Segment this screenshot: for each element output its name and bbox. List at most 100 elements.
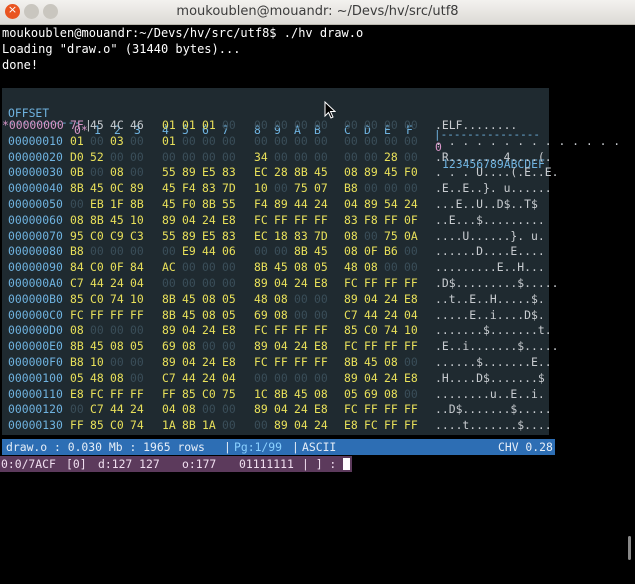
- byte-cell[interactable]: 24: [130, 402, 148, 418]
- byte-cell[interactable]: 24: [294, 402, 312, 418]
- byte-cell[interactable]: 04: [222, 371, 240, 387]
- byte-cell[interactable]: 8B: [294, 244, 312, 260]
- byte-cell[interactable]: E5: [202, 165, 220, 181]
- byte-cell[interactable]: 89: [254, 339, 272, 355]
- byte-cell[interactable]: 89: [344, 292, 362, 308]
- terminal-scrollbar[interactable]: [628, 536, 631, 560]
- byte-cell[interactable]: B8: [344, 181, 362, 197]
- byte-cell[interactable]: 55: [162, 229, 180, 245]
- byte-cell[interactable]: 85: [90, 418, 108, 434]
- byte-cell[interactable]: FF: [130, 308, 148, 324]
- byte-cell[interactable]: 00: [202, 339, 220, 355]
- byte-cell[interactable]: 48: [344, 260, 362, 276]
- byte-cell[interactable]: 05: [222, 292, 240, 308]
- byte-cell[interactable]: 05: [344, 387, 362, 403]
- byte-cell[interactable]: FF: [110, 387, 128, 403]
- byte-cell[interactable]: 8B: [182, 418, 200, 434]
- byte-cell[interactable]: 0F: [404, 213, 422, 229]
- byte-cell[interactable]: FF: [314, 213, 332, 229]
- byte-cell[interactable]: 00: [202, 134, 220, 150]
- byte-cell[interactable]: 45: [90, 339, 108, 355]
- byte-cell[interactable]: FF: [162, 387, 180, 403]
- byte-cell[interactable]: 89: [162, 355, 180, 371]
- byte-cell[interactable]: 08: [344, 244, 362, 260]
- byte-cell[interactable]: E5: [202, 229, 220, 245]
- byte-cell[interactable]: 05: [130, 339, 148, 355]
- byte-cell[interactable]: 00: [254, 418, 272, 434]
- byte-cell[interactable]: 0C: [110, 181, 128, 197]
- byte-cell[interactable]: 48: [254, 292, 272, 308]
- byte-cell[interactable]: 00: [274, 134, 292, 150]
- byte-cell[interactable]: B8: [70, 244, 88, 260]
- byte-cell[interactable]: FF: [384, 402, 402, 418]
- byte-cell[interactable]: 89: [274, 418, 292, 434]
- byte-cell[interactable]: 00: [274, 150, 292, 166]
- byte-cell[interactable]: FF: [70, 418, 88, 434]
- byte-cell[interactable]: FF: [274, 323, 292, 339]
- byte-cell[interactable]: 08: [70, 213, 88, 229]
- byte-cell[interactable]: 45: [314, 165, 332, 181]
- byte-cell[interactable]: 00: [274, 244, 292, 260]
- byte-cell[interactable]: 06: [222, 244, 240, 260]
- byte-cell[interactable]: 1F: [110, 197, 128, 213]
- byte-cell[interactable]: 04: [294, 418, 312, 434]
- byte-cell[interactable]: 01: [162, 118, 180, 134]
- byte-cell[interactable]: FF: [274, 355, 292, 371]
- byte-cell[interactable]: 04: [274, 402, 292, 418]
- byte-cell[interactable]: 08: [202, 292, 220, 308]
- byte-cell[interactable]: 00: [162, 276, 180, 292]
- byte-cell[interactable]: 00: [222, 418, 240, 434]
- byte-cell[interactable]: FF: [384, 418, 402, 434]
- byte-cell[interactable]: 8B: [162, 308, 180, 324]
- byte-cell[interactable]: 83: [344, 213, 362, 229]
- byte-cell[interactable]: 00: [274, 118, 292, 134]
- byte-cell[interactable]: FF: [314, 323, 332, 339]
- byte-cell[interactable]: 00: [254, 244, 272, 260]
- byte-cell[interactable]: 24: [314, 418, 332, 434]
- byte-cell[interactable]: EC: [254, 165, 272, 181]
- byte-cell[interactable]: 89: [364, 165, 382, 181]
- byte-cell[interactable]: 24: [314, 197, 332, 213]
- byte-cell[interactable]: 07: [314, 181, 332, 197]
- byte-cell[interactable]: 24: [202, 323, 220, 339]
- byte-cell[interactable]: 03: [110, 134, 128, 150]
- byte-cell[interactable]: 00: [254, 371, 272, 387]
- byte-cell[interactable]: 24: [202, 371, 220, 387]
- byte-cell[interactable]: FC: [344, 276, 362, 292]
- byte-cell[interactable]: 05: [314, 260, 332, 276]
- byte-cell[interactable]: 45: [314, 244, 332, 260]
- byte-cell[interactable]: E8: [404, 292, 422, 308]
- byte-cell[interactable]: 1A: [162, 418, 180, 434]
- byte-cell[interactable]: 01: [202, 118, 220, 134]
- byte-cell[interactable]: 00: [110, 355, 128, 371]
- byte-cell[interactable]: 45: [294, 387, 312, 403]
- byte-cell[interactable]: 83: [222, 165, 240, 181]
- byte-cell[interactable]: 24: [384, 292, 402, 308]
- byte-cell[interactable]: 00: [130, 323, 148, 339]
- byte-cell[interactable]: 8B: [162, 292, 180, 308]
- byte-cell[interactable]: C7: [344, 308, 362, 324]
- byte-cell[interactable]: FC: [254, 213, 272, 229]
- byte-cell[interactable]: 48: [90, 371, 108, 387]
- byte-cell[interactable]: 00: [404, 181, 422, 197]
- byte-cell[interactable]: 08: [110, 165, 128, 181]
- byte-cell[interactable]: 1C: [254, 387, 272, 403]
- byte-cell[interactable]: 04: [364, 292, 382, 308]
- byte-cell[interactable]: 08: [274, 308, 292, 324]
- byte-cell[interactable]: 00: [130, 134, 148, 150]
- byte-cell[interactable]: 00: [404, 244, 422, 260]
- byte-cell[interactable]: 04: [344, 197, 362, 213]
- byte-cell[interactable]: 89: [162, 323, 180, 339]
- byte-cell[interactable]: 95: [70, 229, 88, 245]
- byte-cell[interactable]: 00: [384, 134, 402, 150]
- byte-cell[interactable]: 89: [130, 181, 148, 197]
- byte-cell[interactable]: 0A: [404, 229, 422, 245]
- byte-cell[interactable]: 00: [90, 323, 108, 339]
- byte-cell[interactable]: 45: [182, 292, 200, 308]
- byte-cell[interactable]: FF: [294, 213, 312, 229]
- byte-cell[interactable]: 00: [384, 181, 402, 197]
- byte-cell[interactable]: 45: [90, 181, 108, 197]
- byte-cell[interactable]: 44: [294, 197, 312, 213]
- byte-cell[interactable]: C0: [110, 418, 128, 434]
- byte-cell[interactable]: 08: [70, 323, 88, 339]
